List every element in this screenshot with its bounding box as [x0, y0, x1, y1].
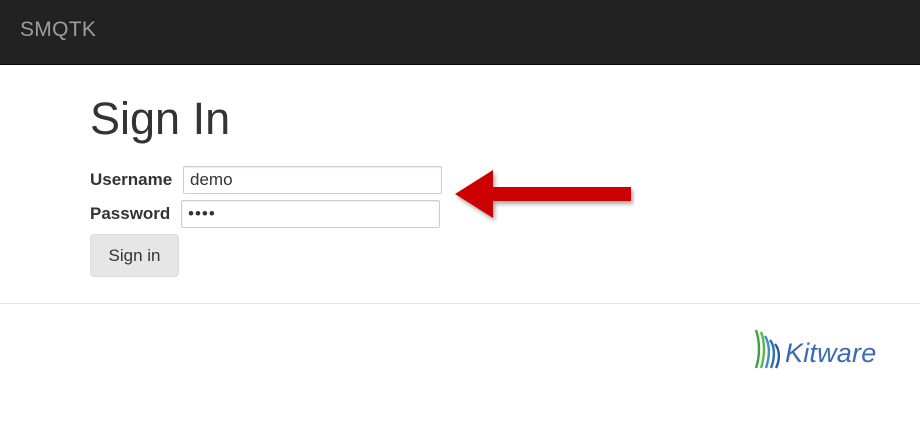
password-input[interactable]: [181, 200, 440, 228]
sign-in-button[interactable]: Sign in: [90, 234, 179, 277]
password-label: Password: [90, 204, 171, 223]
red-arrow-icon: [455, 170, 631, 218]
navbar: SMQTK: [0, 0, 920, 65]
kitware-logo: Kitware: [752, 328, 897, 370]
username-label: Username: [90, 170, 173, 189]
brand-link[interactable]: SMQTK: [20, 18, 96, 42]
username-input[interactable]: [183, 166, 442, 194]
page-title: Sign In: [90, 93, 231, 144]
kitware-logo-text: Kitware: [785, 338, 877, 368]
footer-divider: [0, 303, 920, 304]
kitware-mark-icon: [754, 329, 781, 369]
